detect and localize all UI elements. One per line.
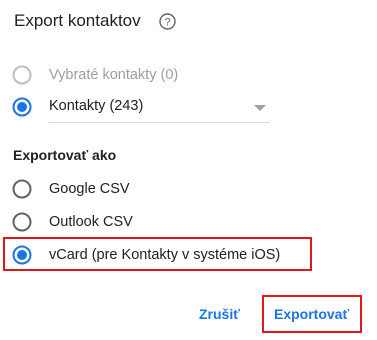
dialog-title: Export kontaktov — [14, 11, 141, 30]
radio-label-selected-contacts: Vybraté kontakty (0) — [49, 67, 179, 83]
radio-label-outlook-csv: Outlook CSV — [49, 214, 133, 230]
help-circle-icon[interactable]: ? — [158, 12, 176, 30]
dialog-header: Export kontaktov ? — [14, 11, 176, 31]
export-format-heading: Exportovať ako — [13, 147, 117, 163]
radio-vcard[interactable]: vCard (pre Kontakty v systéme iOS) — [12, 245, 280, 265]
radio-google-csv[interactable]: Google CSV — [12, 179, 130, 199]
radio-label-google-csv: Google CSV — [49, 181, 130, 197]
dropdown-selected-value: Kontakty (243) — [49, 98, 144, 114]
radio-selected-contacts[interactable]: Vybraté kontakty (0) — [12, 65, 178, 85]
radio-button[interactable] — [12, 179, 32, 199]
cancel-button[interactable]: Zrušiť — [199, 306, 240, 322]
radio-outlook-csv[interactable]: Outlook CSV — [12, 212, 133, 232]
radio-all-contacts[interactable] — [12, 97, 32, 117]
radio-button-disabled[interactable] — [12, 65, 32, 85]
caret-down-icon — [254, 105, 266, 111]
radio-button-checked[interactable] — [12, 97, 32, 117]
contacts-dropdown[interactable]: Kontakty (243) — [49, 92, 270, 123]
export-button[interactable]: Exportovať — [274, 306, 349, 322]
svg-text:?: ? — [164, 16, 170, 28]
radio-label-vcard: vCard (pre Kontakty v systéme iOS) — [49, 247, 281, 263]
radio-button-checked[interactable] — [12, 245, 32, 265]
radio-button[interactable] — [12, 212, 32, 232]
